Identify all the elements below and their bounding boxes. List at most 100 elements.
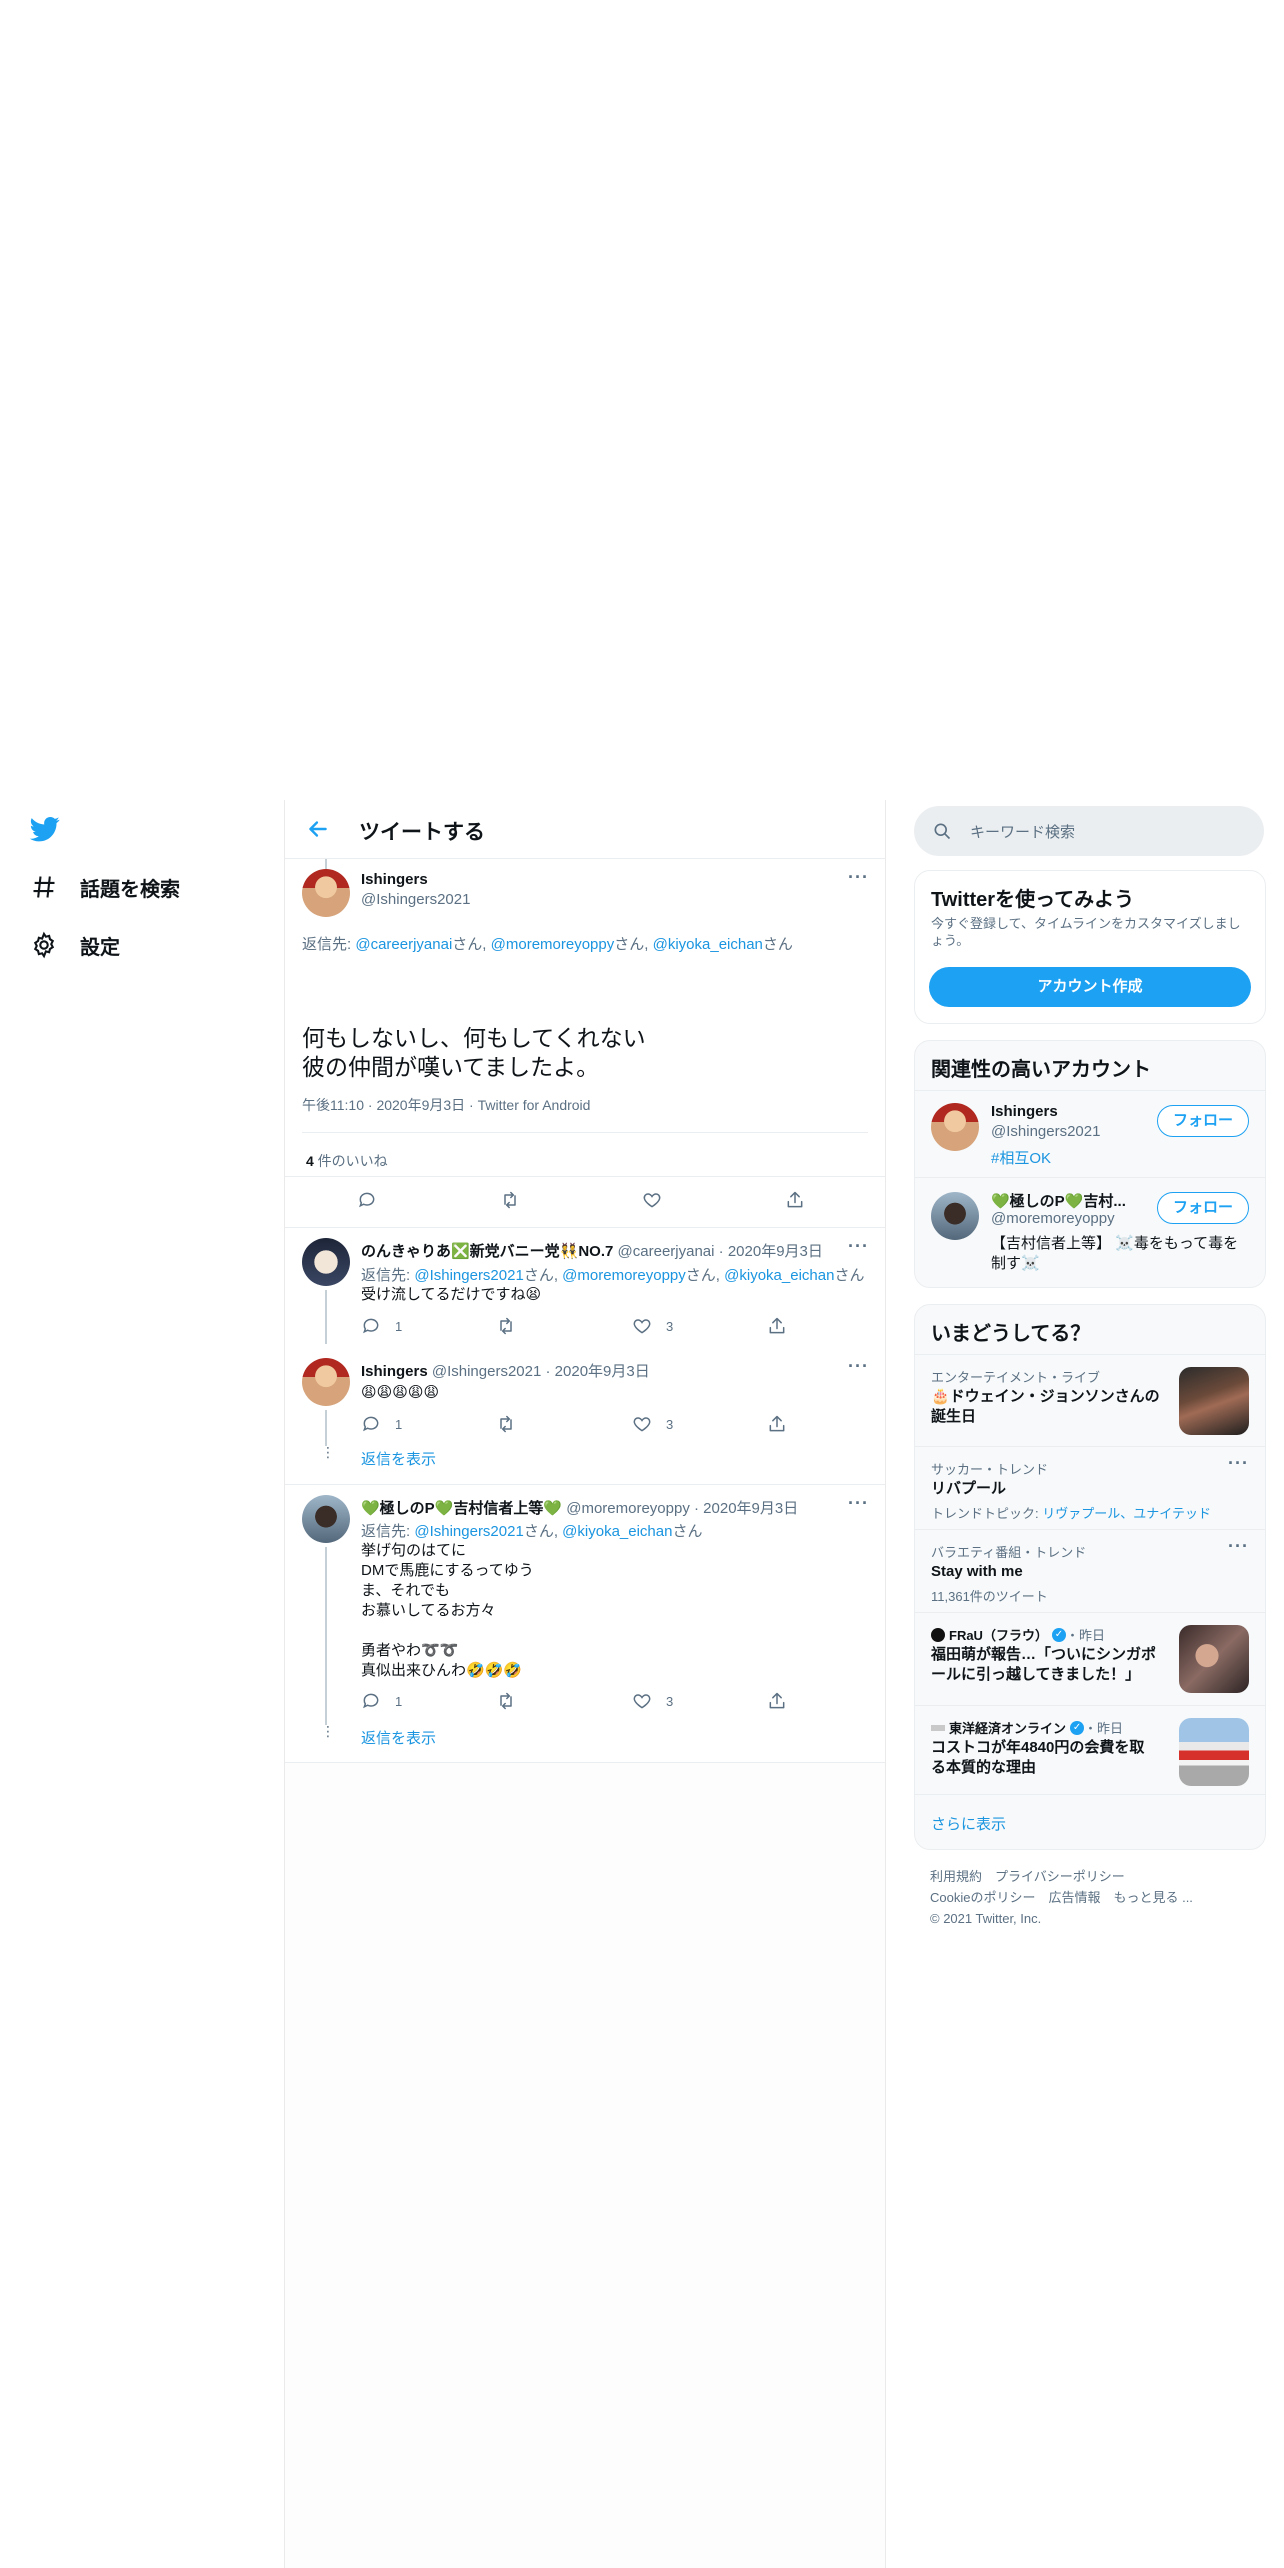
thread-line [325,859,327,869]
author-handle[interactable]: @moremoreyoppy [566,1500,690,1517]
copyright: © 2021 Twitter, Inc. [930,1911,1042,1926]
trend-item[interactable]: バラエティ番組・トレンド ··· Stay with me 11,361件のツイ… [915,1530,1265,1612]
like-button[interactable]: 3 [632,1316,673,1336]
reply-button[interactable] [357,1190,377,1210]
tweet-date[interactable]: 2020年9月3日 [703,1500,798,1517]
reply-button[interactable]: 1 [361,1316,402,1336]
tweet-date[interactable]: 2020年9月3日 [376,1097,465,1113]
tweet-date[interactable]: 2020年9月3日 [555,1363,650,1380]
heart-icon [633,1417,651,1432]
account-name[interactable]: Ishingers [991,1103,1058,1120]
footer-line[interactable]: 利用規約 プライバシーポリシー [930,1866,1193,1887]
author-handle[interactable]: @Ishingers2021 [432,1363,541,1380]
follow-button[interactable]: フォロー [1157,1105,1249,1137]
avatar[interactable] [302,869,350,917]
reply-button[interactable]: 1 [361,1414,402,1434]
thread-line [325,1410,327,1446]
likes-summary[interactable]: 4 件のいいね [306,1151,388,1171]
twitter-logo-icon[interactable] [28,814,62,844]
reply-to-line: 返信先: @careerjyanaiさん, @moremoreyoppyさん, … [302,936,793,953]
share-button[interactable] [785,1190,805,1210]
avatar[interactable] [302,1358,350,1406]
account-bio[interactable]: #相互OK [991,1147,1051,1168]
author-name[interactable]: Ishingers [361,1363,428,1380]
share-button[interactable] [767,1691,787,1711]
divider [915,1794,1265,1795]
share-button[interactable] [767,1316,787,1336]
reply-header: のんきゃりあ❎新党バニー党👯NO.7 @careerjyanai · 2020年… [361,1243,823,1260]
author-handle[interactable]: @Ishingers2021 [361,891,470,908]
avatar[interactable] [302,1238,350,1286]
reply-mention[interactable]: @Ishingers2021 [414,1523,523,1540]
reply-text-line: 勇者やわ➰➰ [361,1642,459,1659]
reply-thread: のんきゃりあ❎新党バニー党👯NO.7 @careerjyanai · 2020年… [285,1228,885,1485]
account-bio: 【吉村信者上等】 ☠️毒をもって毒を制す☠️ [991,1235,1239,1272]
trend-topic-links[interactable]: リヴァプール、ユナイテッド [1042,1506,1211,1521]
account-handle[interactable]: @moremoreyoppy [991,1210,1115,1227]
related-title: 関連性の高いアカウント [931,1059,1151,1081]
like-count: 3 [666,1693,674,1709]
reply-mention[interactable]: @kiyoka_eichan [562,1523,672,1540]
author-name[interactable]: 💚極しのP💚吉村信者上等💚 [361,1500,562,1517]
avatar[interactable] [931,1103,979,1151]
reply-text-line: 挙げ句のはてに [361,1542,467,1559]
nav-explore[interactable]: 話題を検索 [30,867,180,907]
related-account-row[interactable]: Ishingers @Ishingers2021 #相互OK フォロー [915,1091,1265,1177]
more-options-icon[interactable]: ··· [848,1356,869,1377]
trend-category: サッカー・トレンド [931,1462,1049,1477]
show-more-link[interactable]: さらに表示 [931,1813,1006,1834]
nav-settings[interactable]: 設定 [30,925,120,965]
related-account-row[interactable]: 💚極しのP💚吉村... @moremoreyoppy 【吉村信者上等】 ☠️毒を… [915,1178,1265,1286]
author-name[interactable]: Ishingers [361,871,428,888]
reply-mention[interactable]: @moremoreyoppy [491,936,615,953]
tweet-source[interactable]: Twitter for Android [478,1097,591,1113]
trend-item[interactable]: サッカー・トレンド ··· リバプール トレンドトピック: リヴァプール、ユナイ… [915,1447,1265,1529]
retweet-button[interactable] [496,1414,516,1434]
show-replies-link[interactable]: 返信を表示 [361,1448,436,1469]
reply-mention[interactable]: @Ishingers2021 [414,1267,523,1284]
more-options-icon[interactable]: ··· [848,867,869,888]
reply-count: 1 [395,1318,403,1334]
back-arrow-icon[interactable] [305,816,331,842]
account-handle[interactable]: @Ishingers2021 [991,1123,1100,1140]
tweet-date[interactable]: 2020年9月3日 [728,1243,823,1260]
avatar[interactable] [931,1192,979,1240]
share-button[interactable] [767,1414,787,1434]
follow-button[interactable]: フォロー [1157,1192,1249,1224]
retweet-button[interactable] [496,1691,516,1711]
like-button[interactable] [642,1190,662,1210]
trend-tweet-count: 11,361件のツイート [931,1589,1048,1604]
reply-text-spacer [361,1621,534,1641]
reply-button[interactable]: 1 [361,1691,402,1711]
more-options-icon[interactable]: ··· [848,1236,869,1257]
search-box[interactable]: キーワード検索 [914,806,1264,856]
reply-text-line: 真似出来ひんわ🤣🤣🤣 [361,1662,523,1679]
hashtag-icon [33,876,55,898]
more-options-icon[interactable]: ··· [848,1493,869,1514]
author-name[interactable]: のんきゃりあ❎新党バニー党👯NO.7 [361,1243,613,1260]
reply-mention[interactable]: @kiyoka_eichan [653,936,763,953]
reply-prefix: 返信先: [302,936,356,953]
more-options-icon[interactable]: ··· [1228,1536,1249,1557]
reply-mention[interactable]: @careerjyanai [355,936,452,953]
news-source-name: FRaU（フラウ） [949,1628,1048,1643]
footer-line[interactable]: Cookieのポリシー 広告情報 もっと見る ... [930,1887,1193,1908]
news-item[interactable]: 東洋経済オンライン ✓ ・昨日 コストコが年4840円の会費を取る本質的な理由 [915,1706,1265,1794]
like-button[interactable]: 3 [632,1691,673,1711]
avatar[interactable] [302,1495,350,1543]
account-name[interactable]: 💚極しのP💚吉村... [991,1190,1126,1211]
create-account-button[interactable]: アカウント作成 [929,967,1251,1007]
retweet-icon [500,1317,512,1335]
reply-mention[interactable]: @kiyoka_eichan [724,1267,834,1284]
retweet-button[interactable] [500,1190,520,1210]
reply-mention[interactable]: @moremoreyoppy [562,1267,686,1284]
news-item[interactable]: FRaU（フラウ） ✓ ・昨日 福田萌が報告…「ついにシンガポールに引っ越してき… [915,1613,1265,1705]
thread-dots: ⋮ [321,1723,335,1739]
tweet-time[interactable]: 午後11:10 [302,1097,364,1113]
retweet-button[interactable] [496,1316,516,1336]
trend-item[interactable]: エンターテイメント・ライブ 🎂ドウェイン・ジョンソンさんの誕生日 [915,1355,1265,1446]
show-replies-link[interactable]: 返信を表示 [361,1727,436,1748]
like-button[interactable]: 3 [632,1414,673,1434]
more-options-icon[interactable]: ··· [1228,1453,1249,1474]
author-handle[interactable]: @careerjyanai [618,1243,715,1260]
